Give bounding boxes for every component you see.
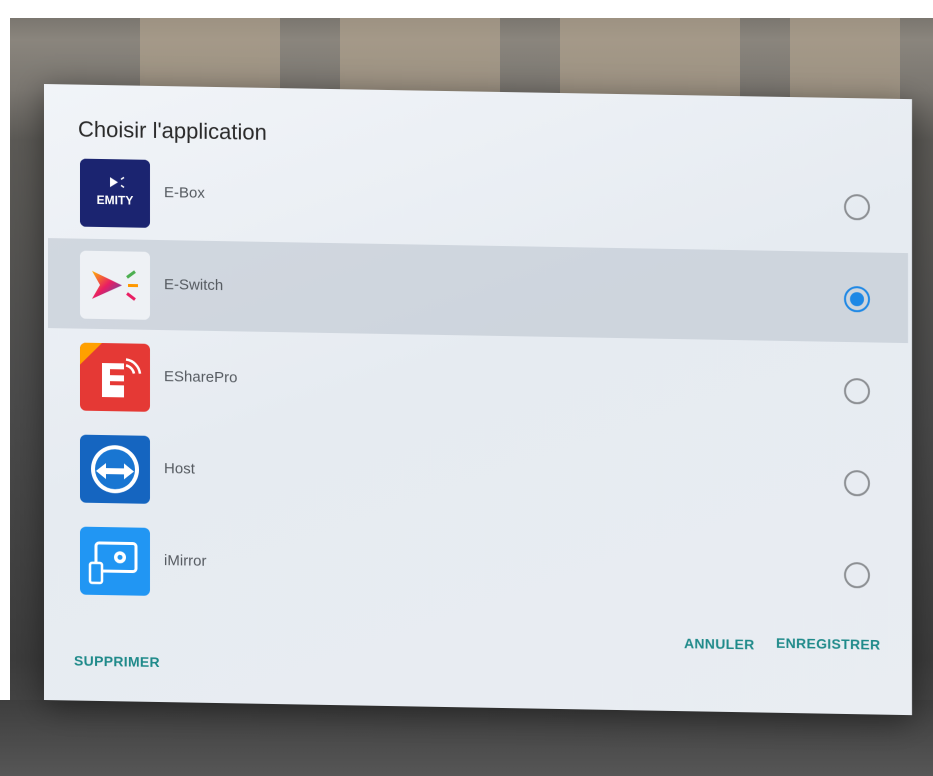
app-radio-esharepro[interactable] <box>844 377 870 405</box>
app-radio-host[interactable] <box>844 469 870 497</box>
app-row-eswitch[interactable]: E-Switch <box>48 238 908 344</box>
app-label: E-Box <box>164 184 205 202</box>
host-icon <box>80 434 150 504</box>
cancel-button[interactable]: ANNULER <box>684 635 755 652</box>
app-label: Host <box>164 460 195 478</box>
app-row-ebox[interactable]: EMITY E-Box <box>48 146 908 251</box>
eswitch-icon <box>80 250 150 320</box>
emity-icon: EMITY <box>80 158 150 228</box>
app-row-host[interactable]: Host <box>48 422 908 527</box>
background-window <box>790 18 900 108</box>
app-radio-imirror[interactable] <box>844 561 870 589</box>
app-row-imirror[interactable]: iMirror <box>48 514 908 619</box>
app-label: ESharePro <box>164 368 238 387</box>
app-radio-ebox[interactable] <box>844 193 870 221</box>
app-label: iMirror <box>164 552 207 570</box>
esharepro-icon <box>80 342 150 412</box>
app-row-esharepro[interactable]: ESharePro <box>48 330 908 435</box>
app-label: E-Switch <box>164 276 224 295</box>
dialog-title: Choisir l'application <box>78 116 267 145</box>
app-radio-eswitch[interactable] <box>844 285 870 313</box>
save-button[interactable]: ENREGISTRER <box>776 635 880 653</box>
imirror-icon <box>80 526 150 596</box>
choose-app-dialog: Choisir l'application EMITY E-Box E-Swit… <box>44 84 912 716</box>
delete-button[interactable]: SUPPRIMER <box>74 653 160 671</box>
emity-logo-text: EMITY <box>97 193 134 208</box>
